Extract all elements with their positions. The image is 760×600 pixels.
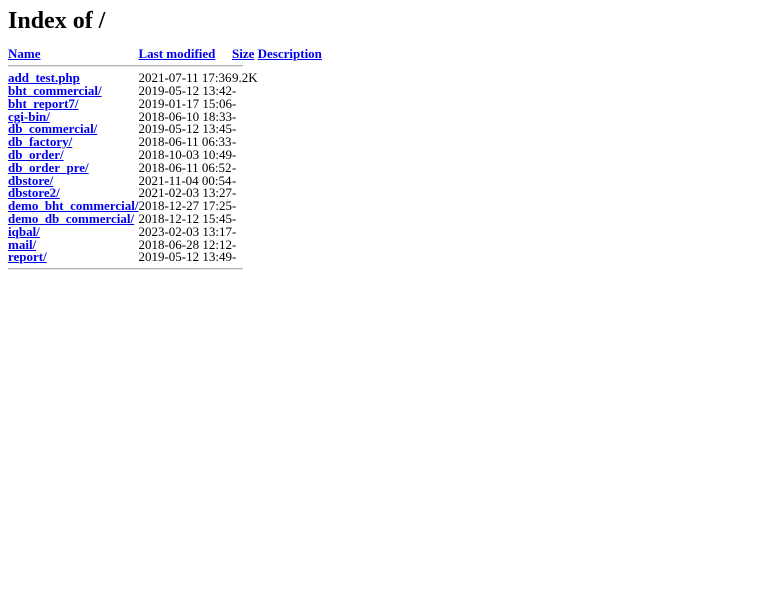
- description-cell: [258, 251, 322, 264]
- description-cell: [258, 226, 322, 239]
- file-name-cell: report/: [8, 249, 138, 264]
- description-cell: [258, 187, 322, 200]
- column-header-size[interactable]: Size: [232, 46, 258, 61]
- description-cell: [258, 136, 322, 149]
- sort-by-name-link[interactable]: Name: [8, 46, 41, 61]
- footer-rule-cell: [8, 264, 322, 275]
- description-cell: [258, 123, 322, 136]
- table-header-row: Name Last modified Size Description: [8, 46, 322, 61]
- column-header-name[interactable]: Name: [8, 46, 138, 61]
- directory-index-page: Index of / Name Last modified Size Descr…: [0, 0, 760, 275]
- description-cell: [258, 98, 322, 111]
- description-cell: [258, 213, 322, 226]
- description-cell: [258, 162, 322, 175]
- size-cell: -: [232, 249, 237, 265]
- description-cell: [258, 72, 322, 85]
- description-cell: [258, 85, 322, 98]
- file-link[interactable]: report/: [8, 249, 47, 264]
- description-cell: [258, 200, 322, 213]
- description-cell: [258, 175, 322, 188]
- table-header: Name Last modified Size Description: [8, 46, 322, 72]
- sort-by-description-link[interactable]: Description: [258, 46, 322, 61]
- table-footer: [8, 264, 322, 275]
- table-body: add_test.php 2021-07-11 17:36 9.2K bht_comm…: [8, 71, 322, 265]
- table-row: report/2019-05-12 13:49-: [8, 249, 322, 265]
- description-cell: [258, 239, 322, 252]
- footer-rule-row: [8, 264, 322, 275]
- last-modified-cell: 2019-05-12 13:49: [138, 249, 232, 265]
- footer-divider: [8, 268, 243, 271]
- sort-by-last-modified-link[interactable]: Last modified: [138, 46, 215, 61]
- directory-listing-table: Name Last modified Size Description add_…: [8, 46, 322, 275]
- column-header-last-modified[interactable]: Last modified: [138, 46, 232, 61]
- page-title: Index of /: [8, 8, 106, 34]
- header-divider: [8, 65, 243, 68]
- description-cell: [258, 111, 322, 124]
- column-header-description[interactable]: Description: [258, 46, 322, 61]
- sort-by-size-link[interactable]: Size: [232, 46, 254, 61]
- description-cell: [258, 149, 322, 162]
